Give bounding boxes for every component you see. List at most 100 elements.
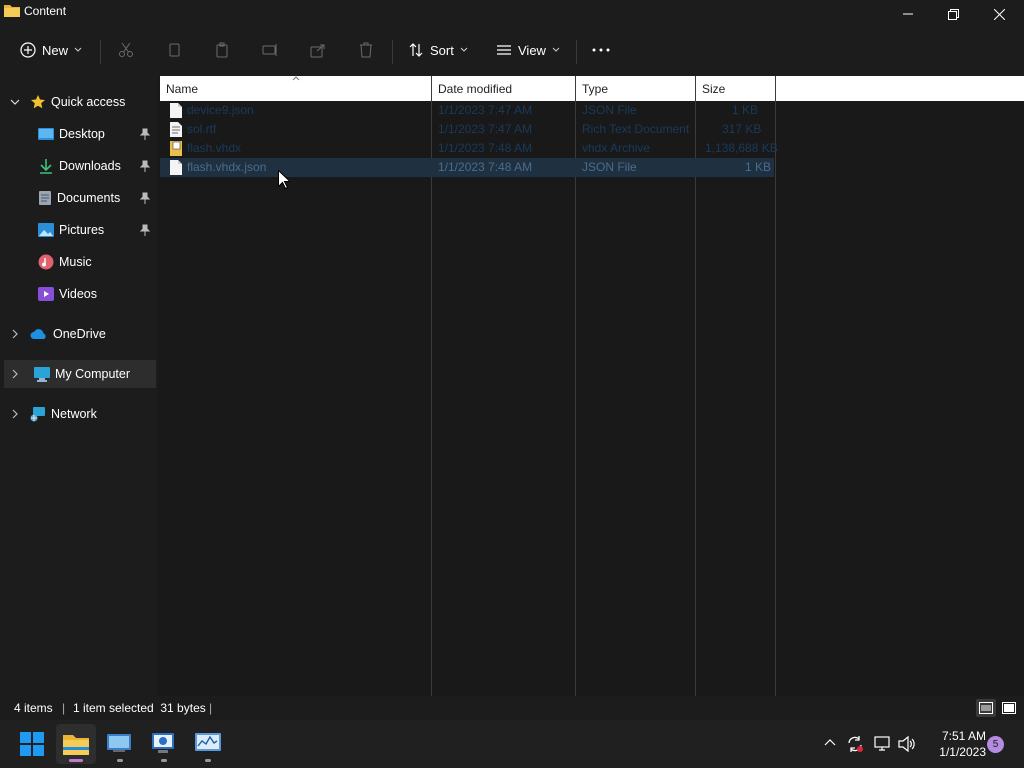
chevron-right-icon[interactable] — [8, 329, 22, 339]
taskbar-file-explorer[interactable] — [56, 724, 96, 764]
active-indicator — [69, 759, 83, 762]
rename-button[interactable] — [262, 28, 278, 72]
sidebar-item-desktop[interactable]: Desktop — [0, 120, 156, 148]
sidebar-item-pictures[interactable]: Pictures — [0, 216, 156, 244]
file-type: JSON File — [582, 160, 637, 174]
view-lines-icon — [497, 45, 511, 55]
sidebar-item-label: Desktop — [59, 127, 105, 141]
clipboard-icon — [216, 42, 228, 58]
status-divider: | — [209, 701, 213, 715]
chevron-up-icon[interactable] — [824, 738, 836, 746]
nav-label: Quick access — [51, 95, 126, 109]
taskbar-resource-monitor[interactable] — [188, 724, 228, 764]
file-list: Name Date modified Type Size device9.jso… — [160, 76, 1024, 696]
restore-button[interactable] — [930, 0, 976, 28]
sidebar-item-label: Music — [59, 255, 92, 269]
sort-ascending-icon — [292, 76, 300, 81]
sort-button[interactable]: Sort — [408, 28, 468, 72]
column-header-size[interactable]: Size — [696, 76, 775, 101]
pin-icon[interactable] — [140, 128, 150, 140]
file-type: Rich Text Document — [582, 122, 690, 136]
copy-button[interactable] — [166, 28, 182, 72]
archive-file-icon — [170, 141, 182, 156]
column-header-label: Name — [166, 81, 199, 96]
share-button[interactable] — [310, 28, 326, 72]
clock[interactable]: 7:51 AM 1/1/2023 — [939, 728, 986, 760]
sidebar-item-downloads[interactable]: Downloads — [0, 152, 156, 180]
close-button[interactable] — [976, 0, 1022, 28]
cloud-icon — [30, 329, 46, 339]
file-type: vhdx Archive — [582, 141, 651, 155]
navigation-pane: Quick access Desktop Downloads Documents… — [0, 76, 158, 696]
file-name: device9.json — [187, 103, 254, 117]
sort-arrows-icon — [409, 43, 423, 57]
star-icon — [31, 95, 45, 109]
column-header-date[interactable]: Date modified — [432, 76, 575, 101]
file-row[interactable]: flash.vhdx 1/1/2023 7:48 AM vhdx Archive… — [160, 139, 778, 158]
remote-desktop-icon — [107, 734, 131, 752]
pin-icon[interactable] — [140, 192, 150, 204]
paste-button[interactable] — [214, 28, 230, 72]
delete-button[interactable] — [358, 28, 374, 72]
new-button[interactable]: New — [20, 28, 82, 72]
taskbar-remote-desktop[interactable] — [100, 724, 140, 764]
file-date: 1/1/2023 7:47 AM — [438, 103, 533, 117]
sidebar-item-label: Videos — [59, 287, 97, 301]
volume-icon[interactable] — [898, 736, 916, 752]
sync-icon[interactable] — [846, 735, 864, 753]
share-icon — [310, 44, 325, 58]
performance-monitor-icon — [195, 733, 221, 751]
column-header-type[interactable]: Type — [576, 76, 695, 101]
notification-badge[interactable]: 5 — [987, 736, 1004, 753]
chevron-down-icon[interactable] — [8, 99, 22, 105]
nav-quick-access[interactable]: Quick access — [0, 88, 156, 116]
music-icon — [38, 254, 54, 270]
nav-onedrive[interactable]: OneDrive — [0, 320, 156, 348]
column-header-label: Date modified — [438, 81, 513, 96]
cut-button[interactable] — [118, 28, 134, 72]
tiles-view-button[interactable] — [999, 699, 1019, 717]
sidebar-item-documents[interactable]: Documents — [0, 184, 156, 212]
more-options-button[interactable] — [592, 28, 610, 72]
sidebar-item-label: Downloads — [59, 159, 121, 173]
copy-icon — [169, 43, 180, 57]
toolbar-divider — [100, 40, 101, 64]
minimize-button[interactable] — [885, 0, 931, 28]
chevron-right-icon[interactable] — [8, 369, 22, 379]
nav-my-computer[interactable]: My Computer — [4, 360, 156, 388]
nav-network[interactable]: Network — [0, 400, 156, 428]
video-icon — [38, 287, 54, 301]
sidebar-item-videos[interactable]: Videos — [0, 280, 156, 308]
file-row-selected[interactable]: flash.vhdx.json 1/1/2023 7:48 AM JSON Fi… — [160, 158, 774, 177]
windows-logo-icon — [20, 732, 44, 756]
status-bar: 4 items | 1 item selected 31 bytes | — [0, 696, 1024, 720]
file-date: 1/1/2023 7:48 AM — [438, 141, 533, 155]
start-button[interactable] — [12, 724, 52, 764]
file-row[interactable]: sol.rtf 1/1/2023 7:47 AM Rich Text Docum… — [160, 120, 774, 139]
file-name: flash.vhdx — [187, 141, 242, 155]
view-button[interactable]: View — [496, 28, 560, 72]
running-indicator — [161, 759, 167, 762]
column-divider — [775, 76, 776, 696]
file-date: 1/1/2023 7:48 AM — [438, 160, 533, 174]
file-size: 1,138,688 KB — [705, 141, 778, 155]
computer-icon — [34, 366, 50, 382]
sidebar-item-music[interactable]: Music — [0, 248, 156, 276]
mouse-cursor-icon — [278, 170, 290, 189]
new-label: New — [42, 42, 69, 58]
chevron-right-icon[interactable] — [8, 409, 22, 419]
item-count: 4 items — [14, 701, 53, 715]
column-header-label: Size — [702, 81, 726, 96]
plus-circle-icon — [20, 42, 36, 58]
sort-label: Sort — [430, 42, 454, 58]
sidebar-item-label: Documents — [57, 191, 121, 205]
details-view-button[interactable] — [976, 699, 996, 717]
json-file-icon — [170, 103, 182, 118]
network-status-icon[interactable] — [874, 736, 892, 752]
pin-icon[interactable] — [140, 160, 150, 172]
file-row[interactable]: device9.json 1/1/2023 7:47 AM JSON File … — [160, 101, 774, 120]
nav-label: OneDrive — [53, 327, 106, 341]
pin-icon[interactable] — [140, 224, 150, 236]
taskbar-system-app[interactable] — [144, 724, 184, 764]
view-label: View — [518, 42, 546, 58]
